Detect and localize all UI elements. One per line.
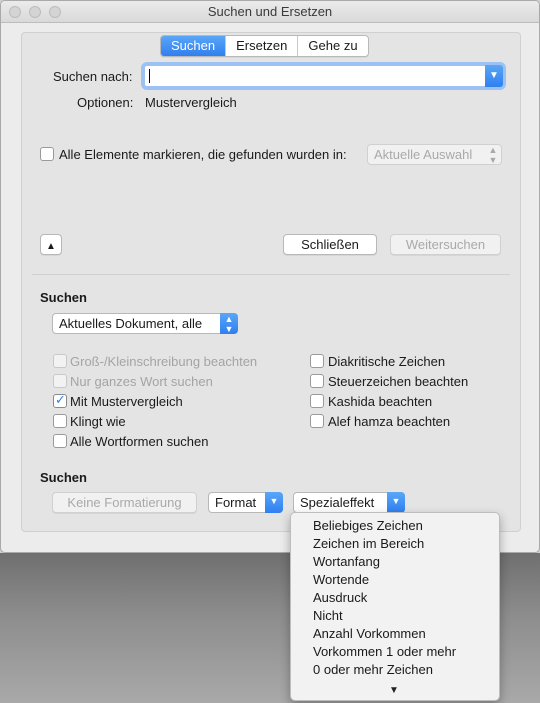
- highlight-scope-value: Aktuelle Auswahl: [374, 147, 473, 162]
- highlight-all-checkbox[interactable]: [40, 147, 54, 161]
- menu-item-character-in-range[interactable]: Zeichen im Bereich: [313, 536, 424, 551]
- menu-item-expression[interactable]: Ausdruck: [313, 590, 367, 605]
- whole-word-label: Nur ganzes Wort suchen: [70, 374, 213, 389]
- sounds-like-label: Klingt wie: [70, 414, 126, 429]
- scroll-down-arrow-icon[interactable]: ▼: [389, 685, 399, 696]
- control-chars-label: Steuerzeichen beachten: [328, 374, 469, 389]
- use-wildcards-label: Mit Mustervergleich: [70, 394, 183, 409]
- tab-gehe-zu[interactable]: Gehe zu: [298, 36, 367, 56]
- highlight-scope-dropdown[interactable]: Aktuelle Auswahl ▲ ▼: [367, 144, 502, 165]
- format-label: Format: [215, 495, 257, 510]
- highlight-all-label: Alle Elemente markieren, die gefunden wu…: [59, 147, 347, 162]
- diacritics-checkbox[interactable]: [310, 354, 324, 368]
- use-wildcards-checkbox[interactable]: [53, 392, 67, 408]
- close-button[interactable]: Schließen: [283, 234, 377, 255]
- chevron-up-icon: ▲: [46, 241, 56, 252]
- options-value: Mustervergleich: [145, 95, 237, 110]
- menu-item-zero-or-more[interactable]: 0 oder mehr Zeichen: [313, 662, 433, 677]
- menu-item-occurrences[interactable]: Anzahl Vorkommen: [313, 626, 426, 641]
- chevron-down-icon: ▼: [265, 492, 283, 513]
- search-label: Suchen nach:: [53, 69, 133, 84]
- alef-hamza-checkbox[interactable]: [310, 414, 324, 428]
- scope-dropdown[interactable]: Aktuelles Dokument, alle ▲ ▼: [52, 313, 238, 334]
- whole-word-checkbox[interactable]: [53, 374, 67, 388]
- special-label: Spezialeffekt: [300, 495, 375, 510]
- format-heading: Suchen: [40, 470, 87, 485]
- title-bar: Suchen und Ersetzen: [1, 1, 539, 23]
- options-label: Optionen:: [77, 95, 134, 110]
- scope-value: Aktuelles Dokument, alle: [59, 316, 203, 331]
- match-case-checkbox[interactable]: [53, 354, 67, 368]
- kashida-label: Kashida beachten: [328, 394, 433, 409]
- format-dropdown[interactable]: Format ▼: [208, 492, 283, 513]
- updown-arrows-icon: ▲ ▼: [220, 313, 238, 334]
- sounds-like-checkbox[interactable]: [53, 414, 67, 428]
- menu-item-any-character[interactable]: Beliebiges Zeichen: [313, 518, 423, 533]
- menu-item-not[interactable]: Nicht: [313, 608, 343, 623]
- alef-hamza-label: Alef hamza beachten: [328, 414, 451, 429]
- menu-item-word-end[interactable]: Wortende: [313, 572, 369, 587]
- special-dropdown[interactable]: Spezialeffekt ▼: [293, 492, 405, 513]
- find-next-button[interactable]: Weitersuchen: [390, 234, 501, 255]
- all-word-forms-checkbox[interactable]: [53, 434, 67, 448]
- section-divider: [32, 274, 510, 275]
- menu-item-one-or-more[interactable]: Vorkommen 1 oder mehr: [313, 644, 456, 659]
- close-window-button[interactable]: [9, 6, 21, 18]
- no-formatting-button[interactable]: Keine Formatierung: [52, 492, 197, 513]
- control-chars-checkbox[interactable]: [310, 374, 324, 388]
- find-replace-dialog: Suchen und Ersetzen Suchen Ersetzen Gehe…: [0, 0, 540, 553]
- tab-bar: Suchen Ersetzen Gehe zu: [160, 35, 369, 57]
- minimize-window-button[interactable]: [29, 6, 41, 18]
- chevron-down-icon[interactable]: ▼: [485, 65, 503, 87]
- scope-heading: Suchen: [40, 290, 87, 305]
- updown-arrows-icon: ▲ ▼: [488, 145, 498, 165]
- tab-suchen[interactable]: Suchen: [161, 36, 227, 56]
- zoom-window-button[interactable]: [49, 6, 61, 18]
- diacritics-label: Diakritische Zeichen: [328, 354, 446, 369]
- chevron-down-icon: ▼: [387, 492, 405, 513]
- match-case-label: Groß-/Kleinschreibung beachten: [70, 354, 258, 369]
- all-word-forms-label: Alle Wortformen suchen: [70, 434, 209, 449]
- kashida-checkbox[interactable]: [310, 394, 324, 408]
- special-menu: Beliebiges Zeichen Zeichen im Bereich Wo…: [290, 512, 500, 701]
- window-title: Suchen und Ersetzen: [207, 4, 333, 19]
- menu-item-word-start[interactable]: Wortanfang: [313, 554, 380, 569]
- text-cursor: [149, 69, 150, 83]
- tab-ersetzen[interactable]: Ersetzen: [226, 36, 299, 56]
- collapse-button[interactable]: ▲: [40, 234, 62, 255]
- search-input[interactable]: ▼: [144, 65, 503, 87]
